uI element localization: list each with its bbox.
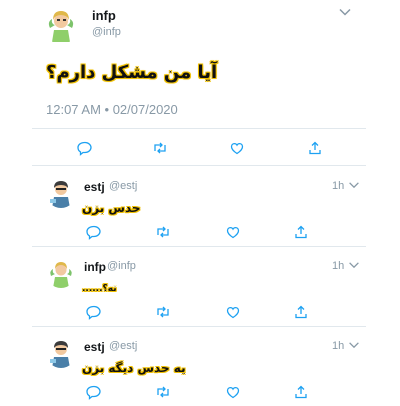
reply-tweet[interactable]: estj @estj 1h یه حدس دیگه بزن bbox=[0, 328, 400, 406]
user-handle[interactable]: @estj bbox=[109, 180, 137, 192]
user-handle[interactable]: @estj bbox=[109, 340, 137, 352]
reply-time[interactable]: 1h bbox=[332, 260, 344, 272]
reply-time[interactable]: 1h bbox=[332, 180, 344, 192]
reply-time[interactable]: 1h bbox=[332, 340, 344, 352]
like-icon[interactable] bbox=[229, 140, 245, 156]
reply-actions bbox=[0, 304, 400, 324]
retweet-icon[interactable] bbox=[155, 224, 171, 240]
reply-tweet[interactable]: estj @estj 1h حدس بزن bbox=[0, 168, 400, 246]
like-icon[interactable] bbox=[225, 384, 241, 400]
chevron-down-icon[interactable] bbox=[347, 258, 361, 277]
display-name[interactable]: infp bbox=[92, 8, 116, 23]
main-tweet-actions bbox=[0, 140, 400, 160]
reply-text: یه حدس دیگه بزن bbox=[82, 361, 186, 375]
reply-icon[interactable] bbox=[86, 224, 102, 240]
divider bbox=[32, 128, 366, 129]
user-handle[interactable]: @infp bbox=[92, 26, 121, 38]
reply-text: حدس بزن bbox=[82, 201, 141, 215]
like-icon[interactable] bbox=[225, 304, 241, 320]
divider bbox=[32, 165, 366, 166]
display-name[interactable]: infp bbox=[84, 260, 106, 274]
chevron-down-icon[interactable] bbox=[337, 4, 353, 25]
share-icon[interactable] bbox=[293, 384, 309, 400]
chevron-down-icon[interactable] bbox=[347, 178, 361, 197]
reply-tweet[interactable]: infp @infp 1h نه؟...... bbox=[0, 248, 400, 326]
share-icon[interactable] bbox=[293, 224, 309, 240]
share-icon[interactable] bbox=[293, 304, 309, 320]
avatar-infp[interactable] bbox=[42, 6, 80, 44]
share-icon[interactable] bbox=[307, 140, 323, 156]
reply-actions bbox=[0, 224, 400, 244]
retweet-icon[interactable] bbox=[155, 384, 171, 400]
divider bbox=[32, 246, 366, 247]
chevron-down-icon[interactable] bbox=[347, 338, 361, 357]
display-name[interactable]: estj bbox=[84, 180, 105, 194]
reply-icon[interactable] bbox=[86, 304, 102, 320]
reply-icon[interactable] bbox=[77, 140, 93, 156]
avatar-infp[interactable] bbox=[46, 258, 76, 288]
retweet-icon[interactable] bbox=[152, 140, 168, 156]
reply-actions bbox=[0, 384, 400, 404]
tweet-text: آیا من مشکل دارم؟ bbox=[46, 62, 218, 83]
reply-icon[interactable] bbox=[86, 384, 102, 400]
retweet-icon[interactable] bbox=[155, 304, 171, 320]
tweet-timestamp[interactable]: 12:07 AM • 02/07/2020 bbox=[46, 102, 178, 117]
display-name[interactable]: estj bbox=[84, 340, 105, 354]
like-icon[interactable] bbox=[225, 224, 241, 240]
user-handle[interactable]: @infp bbox=[107, 260, 136, 272]
avatar-estj[interactable] bbox=[46, 178, 76, 208]
reply-text: نه؟...... bbox=[82, 284, 117, 294]
divider bbox=[32, 326, 366, 327]
avatar-estj[interactable] bbox=[46, 338, 76, 368]
